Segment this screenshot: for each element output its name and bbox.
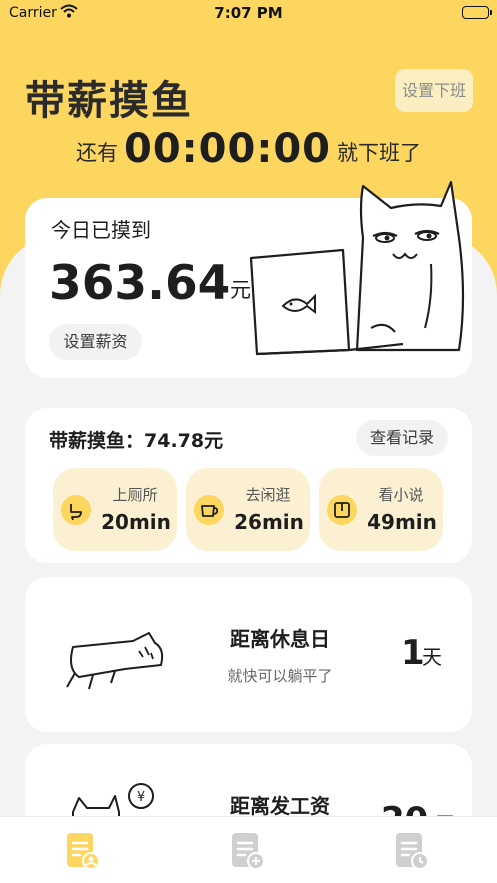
slacking-tab-icon [67, 833, 100, 870]
set-off-work-button[interactable]: 设置下班 [395, 69, 473, 112]
activity-wander[interactable]: 去闲逛 26min [186, 468, 310, 551]
countdown-prefix: 还有 [76, 141, 118, 165]
activity-duration: 49min [367, 510, 437, 534]
rest-day-card: 距离休息日 就快可以躺平了 1 天 [25, 577, 472, 732]
tab-bar [0, 816, 497, 883]
clock-time: 7:07 PM [214, 4, 283, 22]
countdown-timer: 00:00:00 [124, 126, 331, 172]
activity-duration: 26min [234, 510, 304, 534]
slacking-summary-card: 带薪摸鱼：74.78元 查看记录 上厕所 20min 去闲逛 26min 看小说 [25, 408, 472, 563]
rest-day-title: 距离休息日 [230, 627, 330, 651]
app-title: 带薪摸鱼 [25, 78, 193, 124]
svg-text:¥: ¥ [137, 790, 145, 805]
activity-label: 去闲逛 [245, 486, 291, 504]
toilet-icon [61, 495, 91, 525]
activity-toilet[interactable]: 上厕所 20min [53, 468, 177, 551]
payday-title: 距离发工资 [230, 794, 330, 818]
cat-laptop-illustration [249, 180, 465, 356]
earned-today-label: 今日已摸到 [51, 218, 151, 242]
add-record-tab-icon [232, 833, 265, 870]
set-salary-button[interactable]: 设置薪资 [49, 324, 142, 360]
activity-label: 看小说 [378, 486, 424, 504]
view-records-button[interactable]: 查看记录 [356, 420, 448, 456]
countdown-row: 还有 00:00:00 就下班了 [0, 124, 497, 174]
slacking-total-title: 带薪摸鱼：74.78元 [49, 430, 224, 452]
tab-history[interactable] [394, 831, 434, 873]
rest-day-subtitle: 就快可以躺平了 [227, 667, 333, 685]
tab-add-record[interactable] [230, 831, 270, 873]
lying-cat-illustration [66, 632, 164, 690]
activity-duration: 20min [101, 510, 171, 534]
earned-today-amount: 363.64 [49, 256, 231, 311]
battery-icon [462, 6, 492, 19]
status-bar: Carrier 7:07 PM [0, 0, 497, 26]
rest-day-unit: 天 [422, 645, 442, 669]
tab-slacking[interactable] [65, 831, 105, 873]
activity-label: 上厕所 [112, 486, 158, 504]
activity-reading[interactable]: 看小说 49min [319, 468, 443, 551]
book-icon [327, 495, 357, 525]
coffee-icon [194, 495, 224, 525]
history-tab-icon [396, 833, 429, 870]
countdown-suffix: 就下班了 [336, 141, 421, 165]
